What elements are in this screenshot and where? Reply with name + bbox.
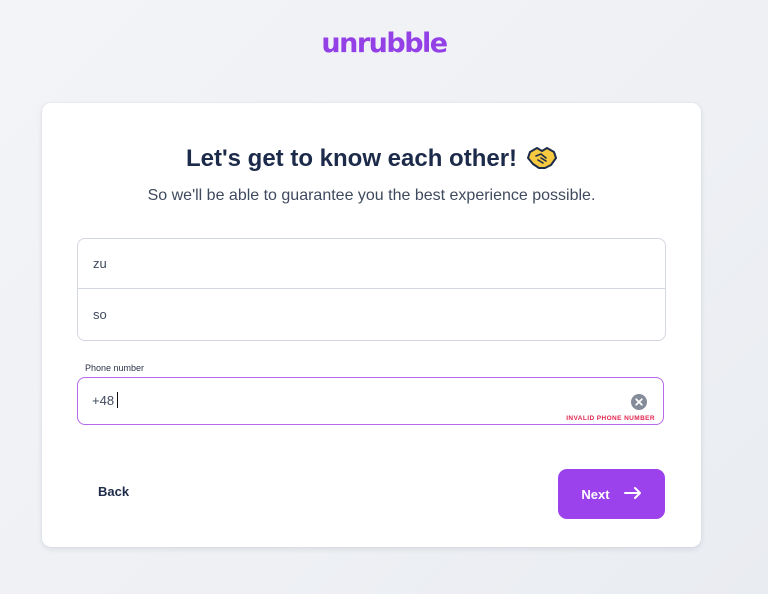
page-title-text: Let's get to know each other! [185, 145, 518, 172]
text-caret [117, 392, 119, 408]
phone-number-value: +48 [92, 393, 115, 408]
first-name-input[interactable]: zu [78, 239, 665, 289]
unrubble-logo: unrubble [321, 28, 448, 59]
first-name-value: zu [93, 256, 107, 271]
phone-number-label: Phone number [85, 363, 145, 373]
name-fields-group: zu so [77, 238, 666, 341]
last-name-input[interactable]: so [78, 289, 665, 339]
phone-number-value-wrap: +48 [92, 392, 119, 410]
page-subtitle: So we'll be able to guarantee you the be… [147, 187, 596, 204]
next-button[interactable]: Next [558, 469, 665, 519]
phone-error-message: INVALID PHONE NUMBER [566, 415, 655, 422]
last-name-value: so [93, 306, 107, 322]
handshake-emoji-icon [527, 146, 558, 179]
arrow-right-icon [623, 486, 642, 502]
signup-card: Let's get to know each other! So we'll b… [42, 103, 701, 547]
phone-number-input[interactable]: +48 INVALID PHONE NUMBER [77, 377, 664, 425]
back-button[interactable]: Back [98, 483, 129, 501]
page-title: Let's get to know each other! [42, 143, 701, 179]
next-button-label: Next [581, 486, 610, 502]
clear-circle-icon[interactable] [631, 394, 647, 410]
